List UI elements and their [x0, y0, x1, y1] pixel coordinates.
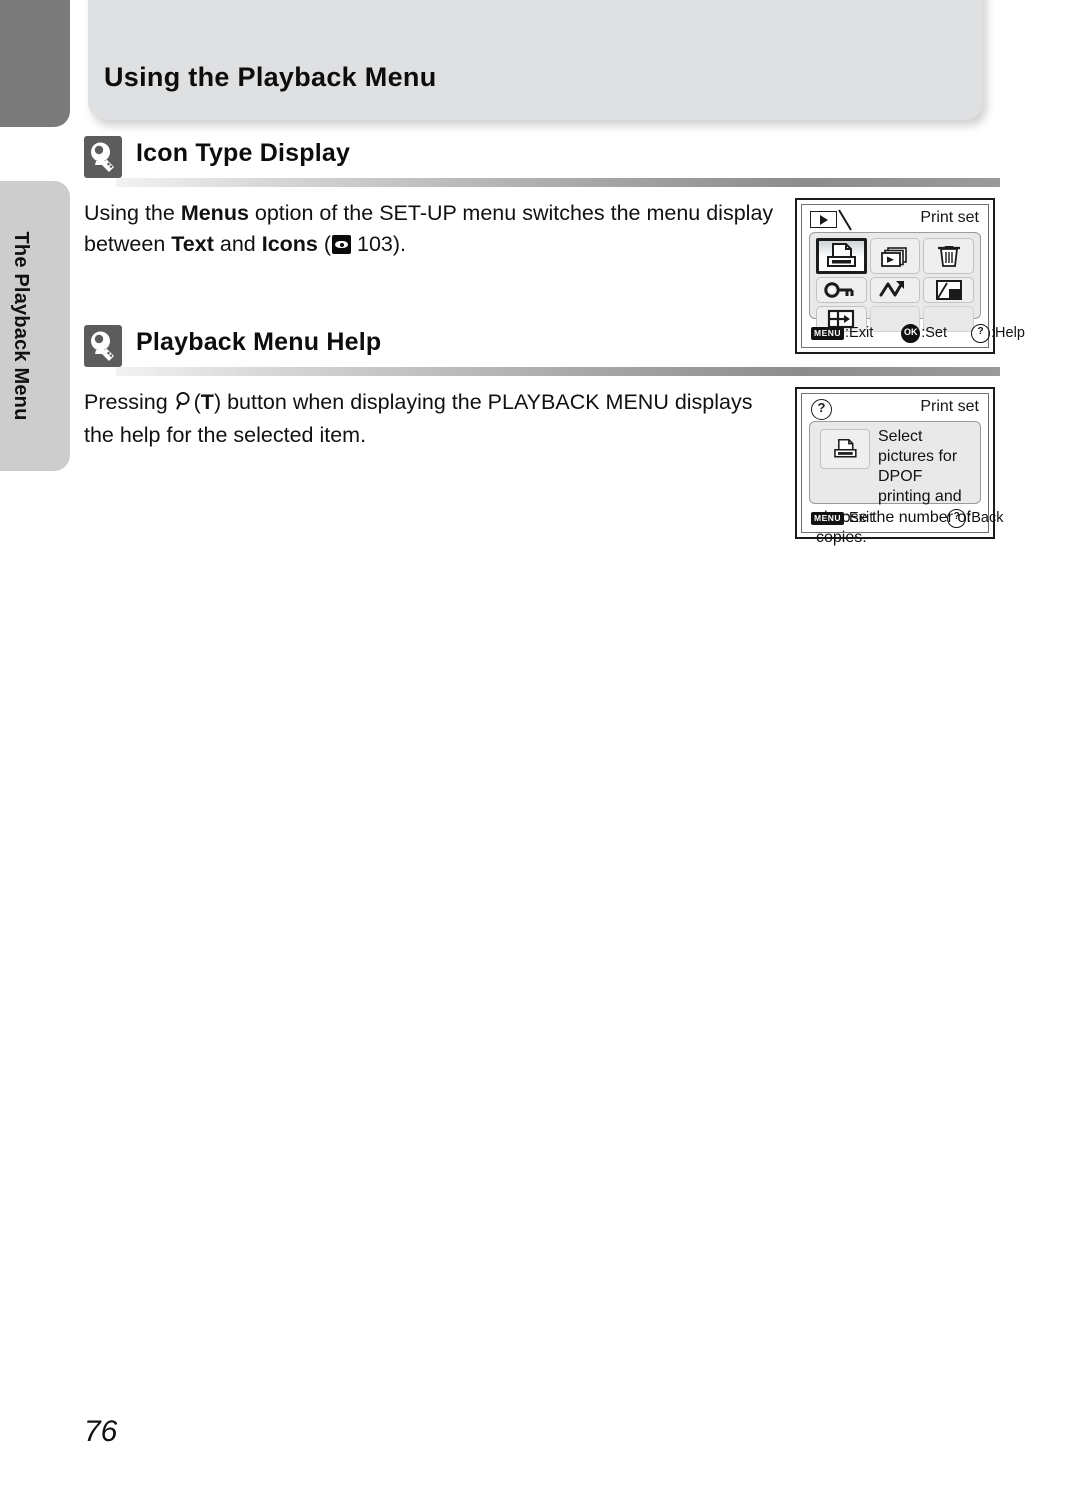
footer-exit[interactable]: MENU:Exit [811, 325, 873, 341]
footer-set-label: :Set [921, 325, 948, 341]
magnifier-zoom-icon [175, 389, 193, 420]
help-text-line-1: Select pictures for [878, 428, 958, 465]
body-text-bold-t: T [200, 390, 214, 414]
tip-lightbulb-icon [84, 136, 122, 178]
tab-divider-icon [838, 209, 852, 231]
ok-button-icon: OK [901, 323, 921, 343]
body-text-fragment: Pressing [84, 390, 174, 414]
body-text-fragment: ). [392, 232, 407, 256]
lcd-help-panel: Select pictures for DPOF printing and ch… [809, 421, 981, 546]
chapter-tab-current: The Playback Menu [0, 181, 70, 471]
chapter-tab-previous [0, 0, 70, 127]
body-text-fragment: ( [193, 390, 201, 414]
body-text-fragment: and [213, 232, 262, 256]
menu-icon-protect-key[interactable] [816, 277, 867, 303]
lcd-menu-panel [809, 232, 981, 332]
playback-mode-icon [810, 211, 837, 228]
body-text-fragment: ( [317, 232, 332, 256]
help-button-icon: ? [947, 508, 967, 528]
print-set-icon [820, 429, 870, 469]
menu-icon-print-set[interactable] [816, 238, 867, 274]
section-body-text: Pressing (T) button when displaying the … [84, 387, 784, 451]
footer-exit-label: :Exit [845, 510, 874, 526]
body-text-bold-menus: Menus [180, 201, 249, 225]
menu-button-icon: MENU [811, 511, 845, 525]
help-text-line-2: DPOF printing and [878, 468, 962, 505]
help-button-icon: ? [971, 323, 991, 343]
section-body-text: Using the Menus option of the SET-UP men… [84, 198, 784, 260]
section-icon-type-display: Icon Type Display Using the Menus option… [84, 136, 1000, 256]
footer-set[interactable]: OK:Set [901, 323, 948, 343]
page-title: Using the Playback Menu [104, 62, 437, 92]
body-text-bold-text: Text [171, 232, 214, 256]
body-text-bold-icons: Icons [261, 232, 318, 256]
page-number: 76 [84, 1415, 118, 1448]
page-reference-icon [332, 235, 352, 254]
menu-icon-slide-show[interactable] [869, 238, 921, 274]
lcd-help-screen-inner: ? Print set Select pictures for DPOF pri… [801, 393, 1004, 546]
manual-page: The Playback Menu Using the Playback Men… [0, 0, 1080, 1486]
lcd-menu-screen-inner: Print set MENU:Exit OK:Set ?:Help [801, 204, 1025, 348]
page-header-panel [88, 0, 983, 120]
menu-icon-small-picture[interactable] [923, 277, 974, 303]
footer-back-label: :Back [967, 510, 1004, 526]
footer-help-label: :Help [991, 325, 1025, 341]
lcd-help-footer: MENU:Exit ?:Back [807, 507, 1004, 529]
section-divider [116, 178, 1000, 187]
lcd-help-screen: ? Print set Select pictures for DPOF pri… [795, 387, 1004, 546]
tip-lightbulb-icon [84, 325, 122, 367]
menu-icon-delete-trash[interactable] [923, 238, 974, 274]
lcd-menu-title: Print set [920, 209, 979, 226]
footer-back[interactable]: ?:Back [947, 508, 1004, 528]
section-divider [116, 367, 1000, 376]
footer-exit[interactable]: MENU:Exit [811, 510, 873, 526]
footer-exit-label: :Exit [845, 325, 874, 341]
lcd-menu-footer: MENU:Exit OK:Set ?:Help [807, 322, 1025, 344]
help-badge-icon: ? [811, 399, 832, 420]
body-text-reference-page: 103 [357, 232, 393, 256]
lcd-menu-screen: Print set MENU:Exit OK:Set ?:Help [795, 198, 1025, 354]
lcd-help-title: Print set [920, 398, 979, 415]
chapter-tab-label: The Playback Menu [10, 231, 33, 421]
section-title: Playback Menu Help [136, 328, 382, 356]
menu-button-icon: MENU [811, 326, 845, 340]
section-title: Icon Type Display [136, 139, 351, 167]
lcd-icon-grid [816, 238, 974, 332]
body-text-fragment: Using the [84, 201, 181, 225]
footer-help[interactable]: ?:Help [971, 323, 1025, 343]
menu-icon-auto-transfer[interactable] [869, 277, 921, 303]
